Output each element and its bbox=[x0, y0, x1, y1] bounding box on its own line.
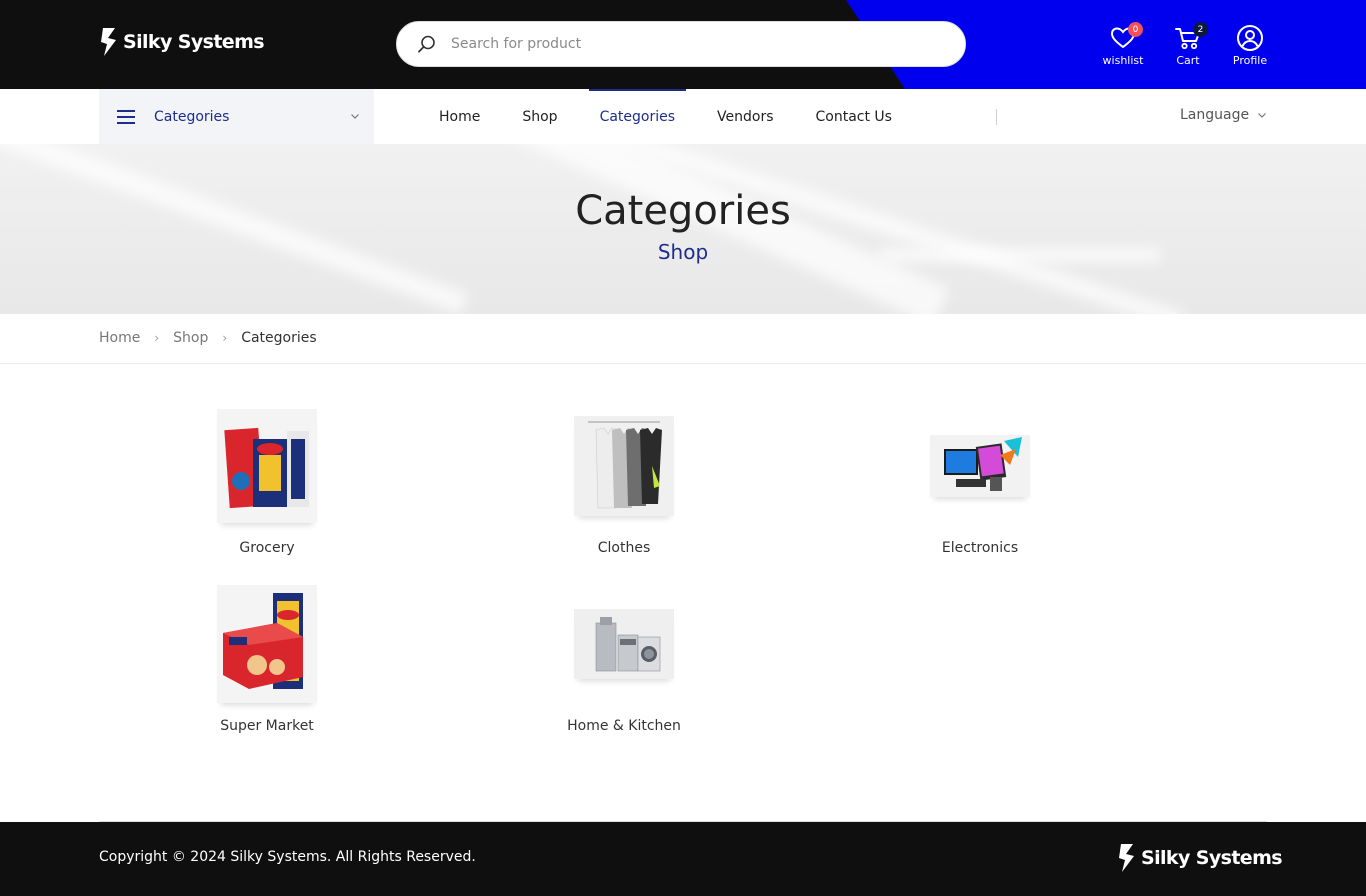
nav-link-categories[interactable]: Categories bbox=[579, 89, 696, 144]
search-icon[interactable] bbox=[417, 34, 437, 54]
wishlist-count-badge: 0 bbox=[1128, 22, 1143, 37]
breadcrumb-current: Categories bbox=[241, 330, 317, 346]
category-card-super-market[interactable]: Super Market bbox=[167, 584, 367, 734]
cart-label: Cart bbox=[1176, 54, 1200, 67]
nav-link-home[interactable]: Home bbox=[418, 89, 501, 144]
grocery-image bbox=[217, 408, 317, 523]
brand-logo-mark-icon bbox=[101, 28, 116, 56]
category-card-grocery[interactable]: Grocery bbox=[167, 408, 367, 556]
language-selector[interactable]: Language bbox=[1180, 107, 1267, 123]
wishlist-label: wishlist bbox=[1102, 54, 1144, 67]
wishlist-button[interactable]: 0 wishlist bbox=[1093, 22, 1153, 67]
search-input[interactable] bbox=[451, 36, 921, 52]
page-hero-banner: Categories Shop bbox=[0, 144, 1366, 314]
profile-label: Profile bbox=[1232, 54, 1268, 67]
electronics-image bbox=[930, 434, 1030, 497]
nav-link-shop[interactable]: Shop bbox=[501, 89, 578, 144]
cart-count-badge: 2 bbox=[1193, 22, 1208, 37]
cart-button[interactable]: 2 Cart bbox=[1158, 22, 1218, 67]
breadcrumb: Home › Shop › Categories bbox=[99, 328, 317, 348]
copyright-text: Copyright © 2024 Silky Systems. All Righ… bbox=[99, 849, 476, 865]
category-card-clothes[interactable]: Clothes bbox=[524, 408, 724, 556]
footer-brand-logo[interactable]: Silky Systems bbox=[1117, 842, 1283, 874]
brand-name: Silky Systems bbox=[123, 31, 265, 53]
category-name: Super Market bbox=[220, 718, 314, 734]
nav-link-vendors[interactable]: Vendors bbox=[696, 89, 794, 144]
category-name: Electronics bbox=[941, 540, 1019, 556]
brand-logo-mark-icon bbox=[1119, 844, 1134, 872]
categories-dropdown-label: Categories bbox=[154, 108, 230, 125]
chevron-right-icon: › bbox=[222, 331, 228, 345]
category-card-electronics[interactable]: Electronics bbox=[880, 408, 1080, 556]
category-card-home-kitchen[interactable]: Home & Kitchen bbox=[524, 586, 724, 734]
clothes-image bbox=[574, 415, 674, 516]
main-navigation: Categories Home Shop Categories Vendors … bbox=[0, 89, 1366, 144]
page-subtitle: Shop bbox=[657, 240, 709, 264]
chevron-right-icon: › bbox=[154, 331, 160, 345]
category-name: Clothes bbox=[597, 540, 651, 556]
nav-link-contact-us[interactable]: Contact Us bbox=[795, 89, 913, 144]
page-title: Categories bbox=[575, 188, 791, 234]
top-header: Silky Systems 0 wishlist 2 Cart bbox=[0, 0, 1366, 89]
footer-brand-name: Silky Systems bbox=[1141, 847, 1283, 869]
chevron-down-icon bbox=[351, 114, 359, 119]
categories-dropdown[interactable]: Categories bbox=[99, 89, 374, 144]
user-profile-icon bbox=[1237, 25, 1263, 51]
footer: Copyright © 2024 Silky Systems. All Righ… bbox=[0, 822, 1366, 896]
home-kitchen-image bbox=[574, 608, 674, 679]
breadcrumb-home[interactable]: Home bbox=[99, 330, 140, 346]
hamburger-menu-icon bbox=[117, 109, 135, 124]
category-name: Grocery bbox=[239, 540, 295, 556]
nav-links: Home Shop Categories Vendors Contact Us bbox=[418, 89, 913, 144]
language-label: Language bbox=[1180, 107, 1250, 123]
profile-button[interactable]: Profile bbox=[1220, 24, 1280, 67]
search-bar bbox=[396, 21, 966, 67]
chevron-down-icon bbox=[1258, 113, 1267, 118]
breadcrumb-divider bbox=[0, 363, 1366, 364]
category-name: Home & Kitchen bbox=[567, 718, 681, 734]
breadcrumb-shop[interactable]: Shop bbox=[173, 330, 208, 346]
brand-logo[interactable]: Silky Systems bbox=[99, 26, 265, 58]
super-market-image bbox=[217, 584, 317, 703]
nav-divider bbox=[996, 109, 997, 125]
